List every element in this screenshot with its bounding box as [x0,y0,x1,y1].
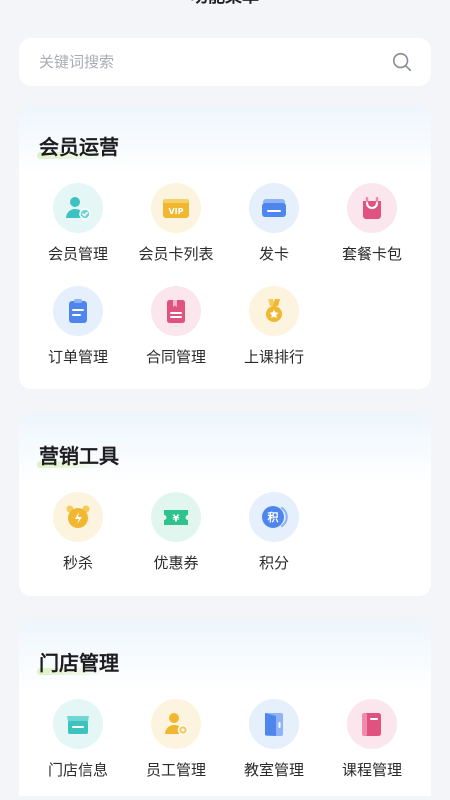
menu-item-label: 秒杀 [62,554,93,572]
vip-badge-text: VIP [168,207,183,216]
menu-item-label: 门店信息 [47,761,108,779]
coupon-icon: ¥ [151,492,201,542]
menu-item-points[interactable]: 积 积分 [225,492,323,573]
search-bar[interactable] [19,38,431,86]
vip-card-icon: VIP [151,183,201,233]
section-marketing-tools: 营销工具 秒杀 ¥ 优惠券 积 积分 [19,414,431,596]
page-title: 功能菜单 [0,0,450,8]
medal-icon [249,286,299,336]
staff-icon [151,699,201,749]
menu-item-classroom-management[interactable]: 教室管理 [225,699,323,780]
member-icon [53,183,103,233]
menu-item-label: 上课排行 [243,348,304,366]
menu-item-contract-management[interactable]: 合同管理 [127,286,225,367]
store-icon [53,699,103,749]
menu-item-label: 课程管理 [341,761,402,779]
menu-item-label: 合同管理 [145,348,206,366]
menu-item-class-ranking[interactable]: 上课排行 [225,286,323,367]
menu-item-flash-sale[interactable]: 秒杀 [29,492,127,573]
section-store-management: 门店管理 门店信息 员工管理 教室管理 课程管理 [19,621,431,800]
points-badge-text: 积 [268,510,279,524]
classroom-door-icon [249,699,299,749]
menu-item-label: 教室管理 [243,761,304,779]
alarm-clock-icon [53,492,103,542]
menu-item-label: 员工管理 [145,761,206,779]
menu-item-label: 会员管理 [47,245,108,263]
menu-item-coupon[interactable]: ¥ 优惠券 [127,492,225,573]
course-book-icon [347,699,397,749]
menu-item-course-management[interactable]: 课程管理 [323,699,421,780]
menu-item-order-management[interactable]: 订单管理 [29,286,127,367]
bottom-tab-bar-edge [0,796,450,800]
menu-item-label: 订单管理 [47,348,108,366]
menu-item-store-info[interactable]: 门店信息 [29,699,127,780]
search-icon[interactable] [391,51,413,73]
menu-item-staff-management[interactable]: 员工管理 [127,699,225,780]
contract-icon [151,286,201,336]
menu-item-label: 发卡 [258,245,289,263]
menu-item-member-management[interactable]: 会员管理 [29,183,127,264]
section-title: 门店管理 [39,651,119,675]
order-icon [53,286,103,336]
section-title: 营销工具 [39,444,119,468]
coupon-badge-text: ¥ [173,514,180,525]
menu-item-package-cards[interactable]: 套餐卡包 [323,183,421,264]
menu-item-member-card-list[interactable]: VIP 会员卡列表 [127,183,225,264]
menu-item-label: 套餐卡包 [341,245,402,263]
menu-item-label: 积分 [258,554,289,572]
function-menu-page: 功能菜单 会员运营 会员管理 [0,0,450,800]
menu-item-issue-card[interactable]: 发卡 [225,183,323,264]
search-input[interactable] [39,53,391,71]
package-bag-icon [347,183,397,233]
menu-item-label: 优惠券 [153,554,199,572]
section-title: 会员运营 [39,135,119,159]
section-member-operations: 会员运营 会员管理 VIP 会员卡列表 发卡 套餐卡包 订单管理 合同管理 上课… [19,105,431,389]
menu-item-label: 会员卡列表 [138,245,214,263]
points-icon: 积 [249,492,299,542]
issue-card-icon [249,183,299,233]
